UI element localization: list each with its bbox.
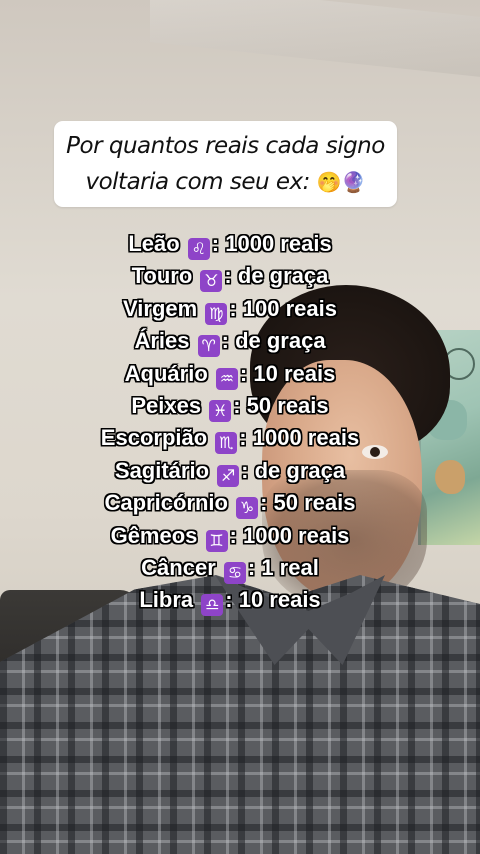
sign-row: Leão ♌: 1000 reais xyxy=(30,228,430,260)
sign-row: Peixes ♓: 50 reais xyxy=(30,390,430,422)
zodiac-icon: ♑ xyxy=(236,497,259,520)
sign-row: Câncer ♋: 1 real xyxy=(30,552,430,584)
separator: : xyxy=(239,360,248,386)
sign-price: de graça xyxy=(237,263,329,289)
sign-name: Aquário xyxy=(124,360,208,386)
zodiac-icon: ♋ xyxy=(223,561,246,584)
sign-row: Touro ♉: de graça xyxy=(30,260,430,293)
sign-row: Áries ♈: de graça xyxy=(30,325,430,358)
zodiac-icon: ♏ xyxy=(215,432,238,455)
title-line-2-text: voltaria com seu ex: xyxy=(85,169,310,195)
separator: : xyxy=(224,263,232,289)
separator: : xyxy=(247,554,256,580)
sign-name: Áries xyxy=(134,328,190,354)
painting-shape xyxy=(435,460,465,494)
separator: : xyxy=(229,295,237,321)
sign-row: Aquário ♒: 10 reais xyxy=(30,358,430,390)
sign-price: 1000 reais xyxy=(252,425,360,451)
separator: : xyxy=(221,328,229,354)
separator: : xyxy=(239,425,247,451)
zodiac-icon: ♓ xyxy=(209,399,232,422)
sign-price: 1000 reais xyxy=(242,522,350,548)
zodiac-icon: ♍ xyxy=(205,302,228,325)
zodiac-icon: ♎ xyxy=(201,594,224,617)
zodiac-icon: ♊ xyxy=(205,529,228,552)
zodiac-icon: ♐ xyxy=(217,464,240,487)
sign-row: Libra ♎: 10 reais xyxy=(30,584,430,617)
zodiac-price-list: Leão ♌: 1000 reais Touro ♉: de graça Virge… xyxy=(30,228,430,617)
sign-row: Capricórnio ♑: 50 reais xyxy=(30,487,430,520)
sign-row: Escorpião ♏: 1000 reais xyxy=(30,422,430,455)
sign-name: Sagitário xyxy=(114,457,210,483)
separator: : xyxy=(241,457,249,483)
title-line-2: voltaria com seu ex: 🤭🔮 xyxy=(54,164,397,200)
separator: : xyxy=(225,587,233,613)
sign-price: 1000 reais xyxy=(225,231,332,256)
separator: : xyxy=(229,522,237,548)
sign-price: 10 reais xyxy=(238,587,321,613)
sign-row: Gêmeos ♊: 1000 reais xyxy=(30,520,430,552)
sign-name: Leão xyxy=(128,231,180,256)
zodiac-icon: ♌ xyxy=(187,238,210,260)
separator: : xyxy=(211,231,220,256)
title-text: Por quantos reais cada signo voltaria co… xyxy=(54,128,397,200)
sign-name: Touro xyxy=(131,263,193,289)
sign-name: Capricórnio xyxy=(104,490,228,516)
sign-name: Gêmeos xyxy=(110,522,198,548)
sign-name: Peixes xyxy=(131,392,202,418)
sign-name: Escorpião xyxy=(100,425,208,451)
sign-row: Sagitário ♐: de graça xyxy=(30,455,430,487)
separator: : xyxy=(260,490,268,516)
sign-name: Libra xyxy=(139,587,194,613)
sign-price: 100 reais xyxy=(242,295,337,321)
face-and-crystal-ball-emoji: 🤭🔮 xyxy=(316,170,366,194)
sign-price: de graça xyxy=(235,328,326,354)
separator: : xyxy=(233,392,241,418)
sign-price: 50 reais xyxy=(246,392,329,418)
sign-price: 10 reais xyxy=(253,360,336,386)
zodiac-icon: ♈ xyxy=(197,335,220,358)
sign-price: 50 reais xyxy=(273,490,356,516)
sign-name: Virgem xyxy=(123,295,198,321)
zodiac-icon: ♒ xyxy=(215,367,238,390)
title-line-1: Por quantos reais cada signo xyxy=(66,133,385,159)
sign-price: de graça xyxy=(254,457,346,483)
title-card: Por quantos reais cada signo voltaria co… xyxy=(54,121,397,207)
sign-price: 1 real xyxy=(261,554,319,580)
sign-name: Câncer xyxy=(141,554,216,580)
sign-row: Virgem ♍: 100 reais xyxy=(30,293,430,325)
zodiac-icon: ♉ xyxy=(200,270,223,293)
